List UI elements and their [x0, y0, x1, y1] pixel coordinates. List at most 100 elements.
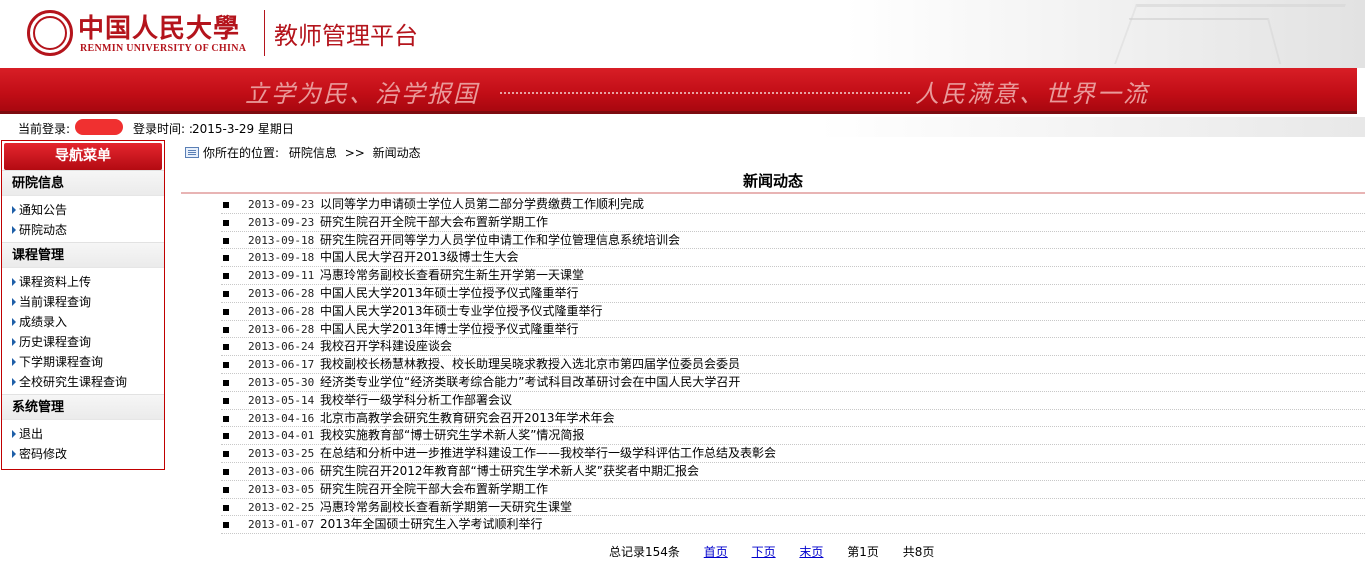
- page-title: 新闻动态: [181, 170, 1365, 194]
- nav-section-title[interactable]: 系统管理: [2, 395, 164, 420]
- nav-item-news[interactable]: 研院动态: [2, 220, 164, 240]
- pager-first-link[interactable]: 首页: [704, 545, 728, 559]
- news-row[interactable]: 2013-06-17 我校副校长杨慧林教授、校长助理吴晓求教授入选北京市第四届学位…: [221, 356, 1365, 374]
- nav-item-history-courses[interactable]: 历史课程查询: [2, 332, 164, 352]
- news-date: 2013-09-23: [248, 215, 315, 229]
- news-date: 2013-04-01: [248, 429, 315, 443]
- news-title-link[interactable]: 研究生院召开全院干部大会布置新学期工作: [320, 215, 548, 229]
- news-row[interactable]: 2013-06-28 中国人民大学2013年硕士学位授予仪式隆重举行: [221, 285, 1365, 303]
- news-date: 2013-04-16: [248, 411, 315, 425]
- news-row[interactable]: 2013-09-11 冯惠玲常务副校长查看研究生新生开学第一天课堂: [221, 267, 1365, 285]
- news-date: 2013-09-18: [248, 233, 315, 247]
- navigation-sidebar: 导航菜单 研院信息 通知公告 研院动态 课程管理 课程资料上传 当前课程查询 成…: [1, 140, 165, 470]
- news-title-link[interactable]: 研究生院召开全院干部大会布置新学期工作: [320, 482, 548, 496]
- news-date: 2013-03-25: [248, 447, 315, 461]
- nav-section-title[interactable]: 研院信息: [2, 171, 164, 196]
- news-title-link[interactable]: 经济类专业学位“经济类联考综合能力”考试科目改革研讨会在中国人民大学召开: [320, 375, 740, 389]
- nav-section-research-info: 研院信息 通知公告 研院动态: [2, 170, 164, 242]
- nav-item-logout[interactable]: 退出: [2, 424, 164, 444]
- news-row[interactable]: 2013-01-07 2013年全国硕士研究生入学考试顺利举行: [221, 516, 1365, 535]
- news-title-link[interactable]: 我校实施教育部“博士研究生学术新人奖”情况简报: [320, 428, 584, 442]
- news-row[interactable]: 2013-03-05 研究生院召开全院干部大会布置新学期工作: [221, 481, 1365, 499]
- slogan-banner: 立学为民、治学报国 人民满意、世界一流: [0, 68, 1365, 114]
- news-date: 2013-05-14: [248, 393, 315, 407]
- arrow-right-icon: [12, 338, 16, 346]
- news-row[interactable]: 2013-05-30 经济类专业学位“经济类联考综合能力”考试科目改革研讨会在中国…: [221, 374, 1365, 392]
- nav-item-next-term-courses[interactable]: 下学期课程查询: [2, 352, 164, 372]
- logo-english-name: RENMIN UNIVERSITY OF CHINA: [80, 43, 247, 54]
- news-date: 2013-06-28: [248, 286, 315, 300]
- breadcrumb-level2: 新闻动态: [372, 146, 421, 160]
- news-row[interactable]: 2013-06-28 中国人民大学2013年博士学位授予仪式隆重举行: [221, 321, 1365, 339]
- square-bullet-icon: [223, 308, 229, 315]
- nav-item-all-courses[interactable]: 全校研究生课程查询: [2, 372, 164, 392]
- news-date: 2013-09-11: [248, 269, 315, 283]
- news-list: 2013-09-23 以同等学力申请硕士学位人员第二部分学费缴费工作顺利完成 201…: [221, 196, 1365, 535]
- news-row[interactable]: 2013-09-23 研究生院召开全院干部大会布置新学期工作: [221, 214, 1365, 232]
- news-title-link[interactable]: 我校副校长杨慧林教授、校长助理吴晓求教授入选北京市第四届学位委员会委员: [320, 357, 740, 371]
- news-title-link[interactable]: 中国人民大学2013年博士学位授予仪式隆重举行: [320, 322, 579, 336]
- banner-slogan-right: 人民满意、世界一流: [915, 80, 1149, 108]
- breadcrumb-level1: 研院信息: [288, 146, 337, 160]
- news-title-link[interactable]: 2013年全国硕士研究生入学考试顺利举行: [320, 517, 543, 531]
- news-title-link[interactable]: 研究生院召开同等学力人员学位申请工作和学位管理信息系统培训会: [320, 233, 680, 247]
- news-title-link[interactable]: 在总结和分析中进一步推进学科建设工作——我校举行一级学科评估工作总结及表彰会: [320, 446, 776, 460]
- arrow-right-icon: [12, 430, 16, 438]
- news-title-link[interactable]: 中国人民大学2013年硕士专业学位授予仪式隆重举行: [320, 304, 603, 318]
- news-row[interactable]: 2013-04-01 我校实施教育部“博士研究生学术新人奖”情况简报: [221, 427, 1365, 446]
- news-title-link[interactable]: 北京市高教学会研究生教育研究会召开2013年学术年会: [320, 411, 615, 425]
- square-bullet-icon: [223, 397, 229, 404]
- news-row[interactable]: 2013-03-06 研究生院召开2012年教育部“博士研究生学术新人奖”获奖者中…: [221, 463, 1365, 481]
- breadcrumb-prefix: 你所在的位置:: [203, 146, 280, 160]
- nav-item-current-courses[interactable]: 当前课程查询: [2, 292, 164, 312]
- nav-item-notices[interactable]: 通知公告: [2, 200, 164, 220]
- news-title-link[interactable]: 冯惠玲常务副校长查看研究生新生开学第一天课堂: [320, 268, 584, 282]
- square-bullet-icon: [223, 202, 229, 208]
- nav-item-change-password[interactable]: 密码修改: [2, 444, 164, 464]
- login-time-value: 2015-3-29 星期日: [192, 122, 294, 136]
- news-title-link[interactable]: 我校召开学科建设座谈会: [320, 339, 452, 353]
- news-row[interactable]: 2013-09-18 中国人民大学召开2013级博士生大会: [221, 249, 1365, 268]
- platform-title: 教师管理平台: [274, 22, 418, 50]
- nav-item-grade-entry[interactable]: 成绩录入: [2, 312, 164, 332]
- news-date: 2013-09-18: [248, 251, 315, 265]
- pager-next-link[interactable]: 下页: [752, 545, 776, 559]
- news-date: 2013-06-28: [248, 304, 315, 318]
- nav-section-course-mgmt: 课程管理 课程资料上传 当前课程查询 成绩录入 历史课程查询 下学期课程查询 全…: [2, 242, 164, 394]
- username-redacted: [75, 119, 123, 135]
- news-row[interactable]: 2013-09-23 以同等学力申请硕士学位人员第二部分学费缴费工作顺利完成: [221, 196, 1365, 214]
- news-row[interactable]: 2013-06-24 我校召开学科建设座谈会: [221, 338, 1365, 357]
- news-title-link[interactable]: 以同等学力申请硕士学位人员第二部分学费缴费工作顺利完成: [320, 197, 644, 211]
- square-bullet-icon: [223, 415, 229, 422]
- list-icon: [185, 147, 199, 158]
- arrow-right-icon: [12, 206, 16, 214]
- logo-chinese-name: 中国人民大學: [78, 14, 241, 44]
- news-row[interactable]: 2013-02-25 冯惠玲常务副校长查看新学期第一天研究生课堂: [221, 499, 1365, 517]
- breadcrumb: 你所在的位置: 研院信息 >> 新闻动态: [185, 144, 421, 162]
- news-row[interactable]: 2013-04-16 北京市高教学会研究生教育研究会召开2013年学术年会: [221, 410, 1365, 428]
- news-title-link[interactable]: 中国人民大学召开2013级博士生大会: [320, 250, 519, 264]
- square-bullet-icon: [223, 273, 229, 280]
- news-row[interactable]: 2013-06-28 中国人民大学2013年硕士专业学位授予仪式隆重举行: [221, 303, 1365, 321]
- news-row[interactable]: 2013-05-14 我校举行一级学科分析工作部署会议: [221, 392, 1365, 410]
- news-date: 2013-06-28: [248, 322, 315, 336]
- news-title-link[interactable]: 中国人民大学2013年硕士学位授予仪式隆重举行: [320, 286, 579, 300]
- arrow-right-icon: [12, 226, 16, 234]
- square-bullet-icon: [223, 344, 229, 351]
- nav-item-upload-materials[interactable]: 课程资料上传: [2, 272, 164, 292]
- login-label: 当前登录:: [18, 122, 71, 136]
- news-row[interactable]: 2013-09-18 研究生院召开同等学力人员学位申请工作和学位管理信息系统培训会: [221, 232, 1365, 250]
- status-bar: 当前登录: 登录时间: : 2015-3-29 星期日: [0, 117, 1365, 137]
- news-row[interactable]: 2013-03-25 在总结和分析中进一步推进学科建设工作——我校举行一级学科评估…: [221, 445, 1365, 463]
- arrow-right-icon: [12, 318, 16, 326]
- nav-section-title[interactable]: 课程管理: [2, 243, 164, 268]
- news-title-link[interactable]: 冯惠玲常务副校长查看新学期第一天研究生课堂: [320, 500, 572, 514]
- arrow-right-icon: [12, 378, 16, 386]
- header-building-decoration: [845, 0, 1365, 68]
- pagination: 总记录154条 首页 下页 末页 第1页 共8页: [609, 543, 954, 561]
- news-title-link[interactable]: 研究生院召开2012年教育部“博士研究生学术新人奖”获奖者中期汇报会: [320, 464, 699, 478]
- square-bullet-icon: [223, 362, 229, 369]
- arrow-right-icon: [12, 450, 16, 458]
- news-title-link[interactable]: 我校举行一级学科分析工作部署会议: [320, 393, 512, 407]
- pager-last-link[interactable]: 末页: [799, 545, 823, 559]
